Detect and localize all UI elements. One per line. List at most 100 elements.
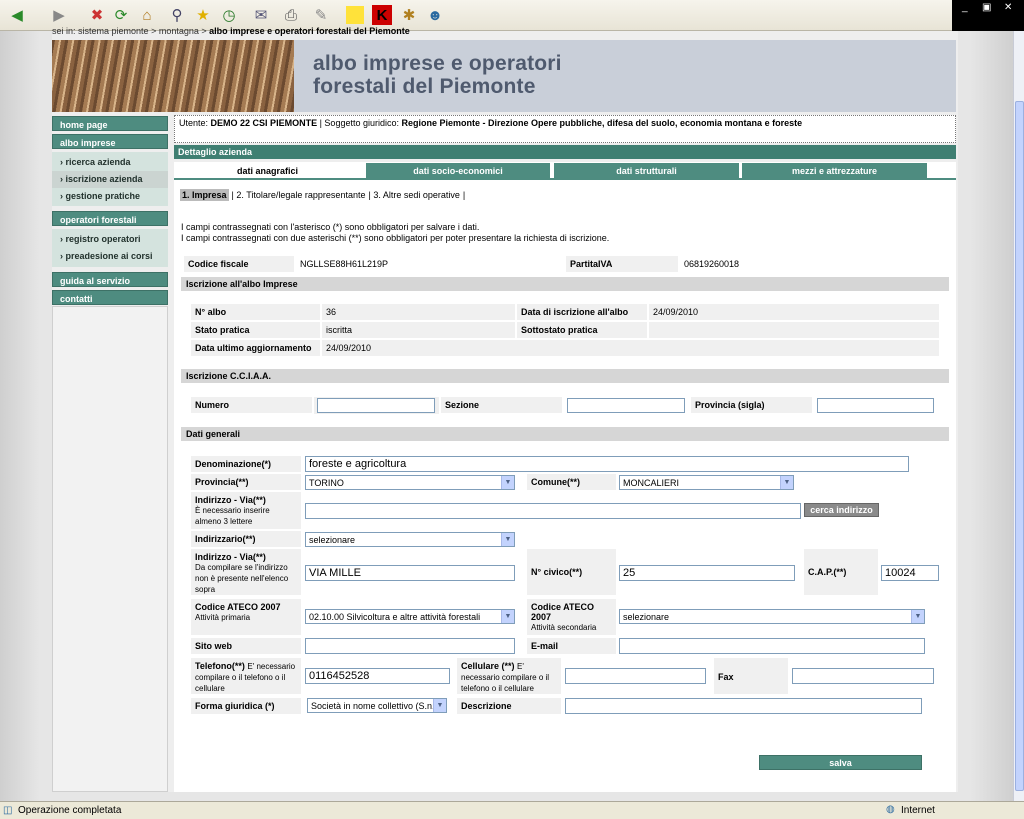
provincia-sigla-input[interactable] — [817, 398, 934, 413]
note-double-asterisk: I campi contrassegnati con due asterisch… — [181, 233, 610, 243]
denominazione-input[interactable] — [305, 456, 909, 472]
provincia-select[interactable]: TORINO ▼ — [305, 475, 515, 490]
email-input[interactable] — [619, 638, 925, 654]
numero-input[interactable] — [317, 398, 435, 413]
tab-dati-anagrafici[interactable]: dati anagrafici — [180, 163, 355, 178]
provincia-sigla-label: Provincia (sigla) — [691, 397, 812, 413]
dati-generali-header: Dati generali — [181, 427, 949, 441]
breadcrumb-link[interactable]: montagna — [159, 26, 199, 36]
cap-input[interactable] — [881, 565, 939, 581]
chevron-down-icon: ▼ — [501, 610, 514, 623]
restore-icon[interactable]: ▣ — [982, 2, 991, 13]
telefono-label: Telefono(**) E' necessario compilare o i… — [191, 658, 301, 694]
subtabs: 1. Impresa | 2. Titolare/legale rappresen… — [180, 189, 466, 201]
nav-guida[interactable]: guida al servizio — [52, 272, 168, 287]
nav-item-ricerca[interactable]: › ricerca azienda — [52, 154, 168, 171]
breadcrumb-link[interactable]: sistema piemonte — [78, 26, 149, 36]
chevron-down-icon: ▼ — [433, 699, 446, 712]
stop-icon[interactable]: ✖ — [86, 4, 108, 26]
subtab-impresa[interactable]: 1. Impresa — [180, 189, 229, 201]
edit-icon[interactable]: ✎ — [310, 4, 332, 26]
cerca-indirizzo-button[interactable]: cerca indirizzo — [804, 503, 879, 517]
nav-item-gestione[interactable]: › gestione pratiche — [52, 188, 168, 205]
salva-button[interactable]: salva — [759, 755, 922, 770]
page-title-line2: forestali del Piemonte — [313, 75, 536, 98]
data-iscrizione-label: Data di iscrizione all'albo — [517, 304, 647, 320]
comune-select[interactable]: MONCALIERI ▼ — [619, 475, 794, 490]
indirizzario-select[interactable]: selezionare ▼ — [305, 532, 515, 547]
cciaa-header: Iscrizione C.C.I.A.A. — [181, 369, 949, 383]
stato-pratica-label: Stato pratica — [191, 322, 320, 338]
search-icon[interactable]: ⚲ — [166, 4, 188, 26]
indirizzo2-label: Indirizzo - Via(**) Da compilare se l'ind… — [191, 549, 301, 595]
tab-mezzi-attrezzature[interactable]: mezzi e attrezzature — [742, 163, 927, 178]
nav-albo-submenu: › ricerca azienda › iscrizione azienda ›… — [52, 152, 168, 206]
ateco1-label: Codice ATECO 2007 Attività primaria — [191, 599, 301, 635]
partita-iva-value: 06819260018 — [680, 256, 948, 272]
sezione-input[interactable] — [567, 398, 685, 413]
civico-input[interactable] — [619, 565, 795, 581]
provincia-label: Provincia(**) — [191, 474, 301, 490]
favorites-icon[interactable]: ★ — [192, 4, 214, 26]
kaspersky-icon[interactable]: K — [372, 5, 392, 25]
n-albo-value: 36 — [322, 304, 515, 320]
fax-label: Fax — [714, 658, 788, 694]
banner-image — [52, 40, 294, 112]
cellulare-input[interactable] — [565, 668, 706, 684]
breadcrumb: sei in: sistema piemonte > montagna > al… — [52, 26, 410, 36]
nav-home[interactable]: home page — [52, 116, 168, 131]
messenger-icon[interactable]: ☻ — [424, 4, 446, 26]
nav-contatti[interactable]: contatti — [52, 290, 168, 305]
print-icon[interactable]: ⎙ — [280, 4, 302, 26]
sito-web-label: Sito web — [191, 638, 301, 654]
forward-icon[interactable]: ▶ — [48, 4, 70, 26]
nav-operatori-submenu: › registro operatori › preadesione ai co… — [52, 229, 168, 267]
nav-item-registro[interactable]: › registro operatori — [52, 231, 168, 248]
comune-label: Comune(**) — [527, 474, 616, 490]
indirizzo2-input[interactable] — [305, 565, 515, 581]
subtab-titolare[interactable]: 2. Titolare/legale rappresentante — [236, 190, 365, 200]
cap-label: C.A.P.(**) — [804, 549, 878, 595]
back-icon[interactable]: ◀ — [6, 4, 28, 26]
nav-item-iscrizione[interactable]: › iscrizione azienda — [52, 171, 168, 188]
telefono-input[interactable] — [305, 668, 450, 684]
history-icon[interactable]: ◷ — [218, 4, 240, 26]
descrizione-input[interactable] — [565, 698, 922, 714]
nav-item-preadesione[interactable]: › preadesione ai corsi — [52, 248, 168, 265]
indirizzo-input[interactable] — [305, 503, 801, 519]
window-controls: _ ▣ ✕ — [952, 0, 1024, 31]
nav-albo-imprese[interactable]: albo imprese — [52, 134, 168, 149]
tab-dati-socio-economici[interactable]: dati socio-economici — [366, 163, 550, 178]
minimize-icon[interactable]: _ — [962, 2, 968, 13]
user-info: Utente: DEMO 22 CSI PIEMONTE | Soggetto … — [174, 115, 956, 143]
tab-dati-strutturali[interactable]: dati strutturali — [554, 163, 739, 178]
sottostato-value — [649, 322, 939, 338]
chevron-down-icon: ▼ — [501, 476, 514, 489]
section-title: Dettaglio azienda — [174, 145, 956, 159]
refresh-icon[interactable]: ⟳ — [110, 4, 132, 26]
ateco1-select[interactable]: 02.10.00 Silvicoltura e altre attività f… — [305, 609, 515, 624]
sezione-label: Sezione — [441, 397, 562, 413]
close-icon[interactable]: ✕ — [1004, 2, 1012, 13]
nav-operatori-forestali[interactable]: operatori forestali — [52, 211, 168, 226]
page-icon: ◫ — [3, 805, 13, 816]
subtab-altre-sedi[interactable]: 3. Altre sedi operative — [373, 190, 460, 200]
bookmark-icon[interactable]: ✱ — [398, 4, 420, 26]
sito-web-input[interactable] — [305, 638, 515, 654]
page-title: albo imprese e operatori — [313, 52, 562, 75]
home-icon[interactable]: ⌂ — [136, 4, 158, 26]
forma-giuridica-label: Forma giuridica (*) — [191, 698, 301, 714]
fax-input[interactable] — [792, 668, 934, 684]
iscrizione-albo-header: Iscrizione all'albo Imprese — [181, 277, 949, 291]
vertical-scrollbar[interactable] — [1013, 31, 1024, 801]
globe-icon: ◍ — [886, 804, 895, 815]
forma-giuridica-select[interactable]: Società in nome collettivo (S.n.c.) ▼ — [307, 698, 447, 713]
ateco2-select[interactable]: selezionare ▼ — [619, 609, 925, 624]
sidebar-background — [52, 306, 168, 792]
civico-label: N° civico(**) — [527, 549, 616, 595]
cellulare-label: Cellulare (**) E' necessario compilare o… — [457, 658, 561, 694]
data-aggiornamento-value: 24/09/2010 — [322, 340, 939, 356]
email-label: E-mail — [527, 638, 616, 654]
notes-icon[interactable] — [346, 6, 364, 24]
mail-icon[interactable]: ✉ — [250, 4, 272, 26]
